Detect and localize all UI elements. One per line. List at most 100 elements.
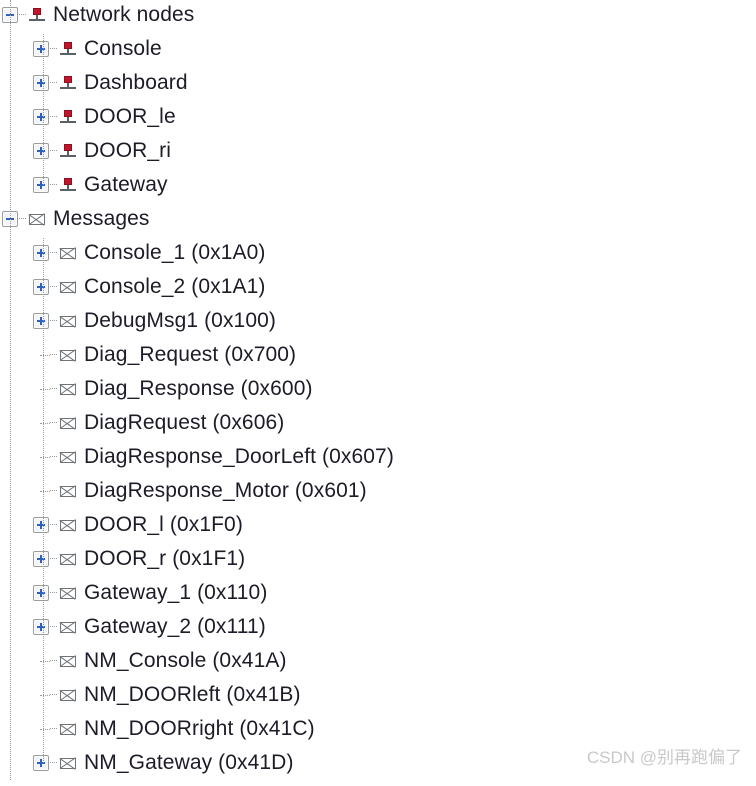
tree-item[interactable]: DOOR_ri — [0, 134, 171, 168]
expand-plus-icon[interactable] — [33, 755, 49, 771]
expand-plus-icon[interactable] — [33, 585, 49, 601]
tree-item[interactable]: Gateway_1 (0x110) — [0, 576, 267, 610]
expander-vertical-bar — [40, 317, 42, 325]
expand-plus-icon[interactable] — [33, 143, 49, 159]
message-envelope-icon — [59, 347, 77, 364]
tree-item[interactable]: DiagResponse_Motor (0x601) — [0, 474, 367, 508]
tree-item-label: Gateway — [84, 173, 168, 196]
expand-plus-icon[interactable] — [33, 75, 49, 91]
expand-plus-icon[interactable] — [33, 245, 49, 261]
tree-item[interactable]: DOOR_r (0x1F1) — [0, 542, 245, 576]
tree-item[interactable]: NM_DOORright (0x41C) — [0, 712, 315, 746]
network-node-icon — [59, 177, 77, 194]
message-envelope-icon — [59, 687, 77, 704]
tree-item[interactable]: Network nodes — [0, 0, 194, 32]
tree-item-label: Gateway_2 (0x111) — [84, 615, 266, 638]
node-base — [60, 154, 76, 157]
elbow-line — [40, 389, 50, 390]
envelope-fold2 — [60, 724, 76, 735]
expand-plus-icon[interactable] — [33, 109, 49, 125]
tree-item[interactable]: DOOR_le — [0, 100, 176, 134]
tree-item[interactable]: DiagResponse_DoorLeft (0x607) — [0, 440, 394, 474]
expand-plus-icon[interactable] — [33, 619, 49, 635]
connector-stub — [50, 558, 57, 560]
message-envelope-icon — [59, 585, 77, 602]
tree-item[interactable]: Gateway_2 (0x111) — [0, 610, 266, 644]
expander-vertical-bar — [40, 555, 42, 563]
envelope-fold2 — [60, 384, 76, 395]
tree-item-label: Console — [84, 37, 162, 60]
leaf-connector — [33, 449, 50, 465]
expand-plus-icon[interactable] — [33, 517, 49, 533]
tree-item-label: DOOR_le — [84, 105, 176, 128]
node-base — [60, 188, 76, 191]
connector-stub — [50, 728, 57, 730]
tree-item[interactable]: Gateway — [0, 168, 168, 202]
expander-vertical-bar — [40, 181, 42, 189]
tree-vertical-line — [43, 34, 45, 185]
connector-stub — [50, 354, 57, 356]
message-envelope-icon — [59, 619, 77, 636]
elbow-line — [40, 695, 50, 696]
leaf-connector — [33, 347, 50, 363]
tree-item[interactable]: Console_2 (0x1A1) — [0, 270, 265, 304]
tree-item-label: DiagResponse_Motor (0x601) — [84, 479, 367, 502]
node-cube — [64, 41, 72, 49]
envelope-fold2 — [60, 520, 76, 531]
envelope-fold2 — [60, 316, 76, 327]
expand-plus-icon[interactable] — [33, 279, 49, 295]
message-envelope-icon — [59, 415, 77, 432]
tree-item-label: DOOR_r (0x1F1) — [84, 547, 246, 570]
connector-stub — [50, 490, 57, 492]
connector-stub — [50, 626, 57, 628]
connector-stub — [19, 218, 26, 220]
envelope-fold2 — [60, 690, 76, 701]
tree-item-label: DiagRequest (0x606) — [84, 411, 285, 434]
tree-item-label: NM_DOORleft (0x41B) — [84, 683, 301, 706]
tree-item-label: NM_Console (0x41A) — [84, 649, 287, 672]
message-envelope-icon — [59, 483, 77, 500]
tree-item-label: Diag_Request (0x700) — [84, 343, 297, 366]
connector-stub — [50, 524, 57, 526]
connector-stub — [50, 422, 57, 424]
envelope-fold2 — [60, 452, 76, 463]
message-envelope-icon — [59, 245, 77, 262]
expand-plus-icon[interactable] — [33, 177, 49, 193]
tree-item[interactable]: Console_1 (0x1A0) — [0, 236, 265, 270]
connector-stub — [50, 456, 57, 458]
message-envelope-icon — [59, 517, 77, 534]
tree-item-label: NM_Gateway (0x41D) — [84, 751, 294, 774]
expander-vertical-bar — [40, 79, 42, 87]
expander-vertical-bar — [40, 283, 42, 291]
connector-stub — [19, 14, 26, 16]
message-envelope-icon — [59, 755, 77, 772]
node-base — [60, 52, 76, 55]
tree-item[interactable]: Dashboard — [0, 66, 188, 100]
expand-plus-icon[interactable] — [33, 551, 49, 567]
message-envelope-icon — [28, 211, 46, 228]
tree-item[interactable]: Diag_Response (0x600) — [0, 372, 313, 406]
node-cube — [64, 177, 72, 185]
tree-item-label: Console_1 (0x1A0) — [84, 241, 266, 264]
connector-stub — [50, 82, 57, 84]
expander-vertical-bar — [40, 45, 42, 53]
expander-vertical-bar — [40, 623, 42, 631]
envelope-fold2 — [60, 554, 76, 565]
envelope-fold2 — [60, 758, 76, 769]
envelope-fold2 — [29, 214, 45, 225]
expand-plus-icon[interactable] — [33, 41, 49, 57]
tree-item[interactable]: Messages — [0, 202, 150, 236]
tree-item[interactable]: NM_DOORleft (0x41B) — [0, 678, 301, 712]
connector-stub — [50, 694, 57, 696]
elbow-line — [40, 661, 50, 662]
expander-vertical-bar — [40, 147, 42, 155]
network-node-icon — [59, 143, 77, 160]
tree-item[interactable]: DOOR_l (0x1F0) — [0, 508, 243, 542]
tree-item[interactable]: DebugMsg1 (0x100) — [0, 304, 276, 338]
expand-plus-icon[interactable] — [33, 313, 49, 329]
expander-vertical-bar — [40, 589, 42, 597]
leaf-connector — [33, 653, 50, 669]
message-envelope-icon — [59, 381, 77, 398]
tree-item[interactable]: Console — [0, 32, 162, 66]
connector-stub — [50, 116, 57, 118]
